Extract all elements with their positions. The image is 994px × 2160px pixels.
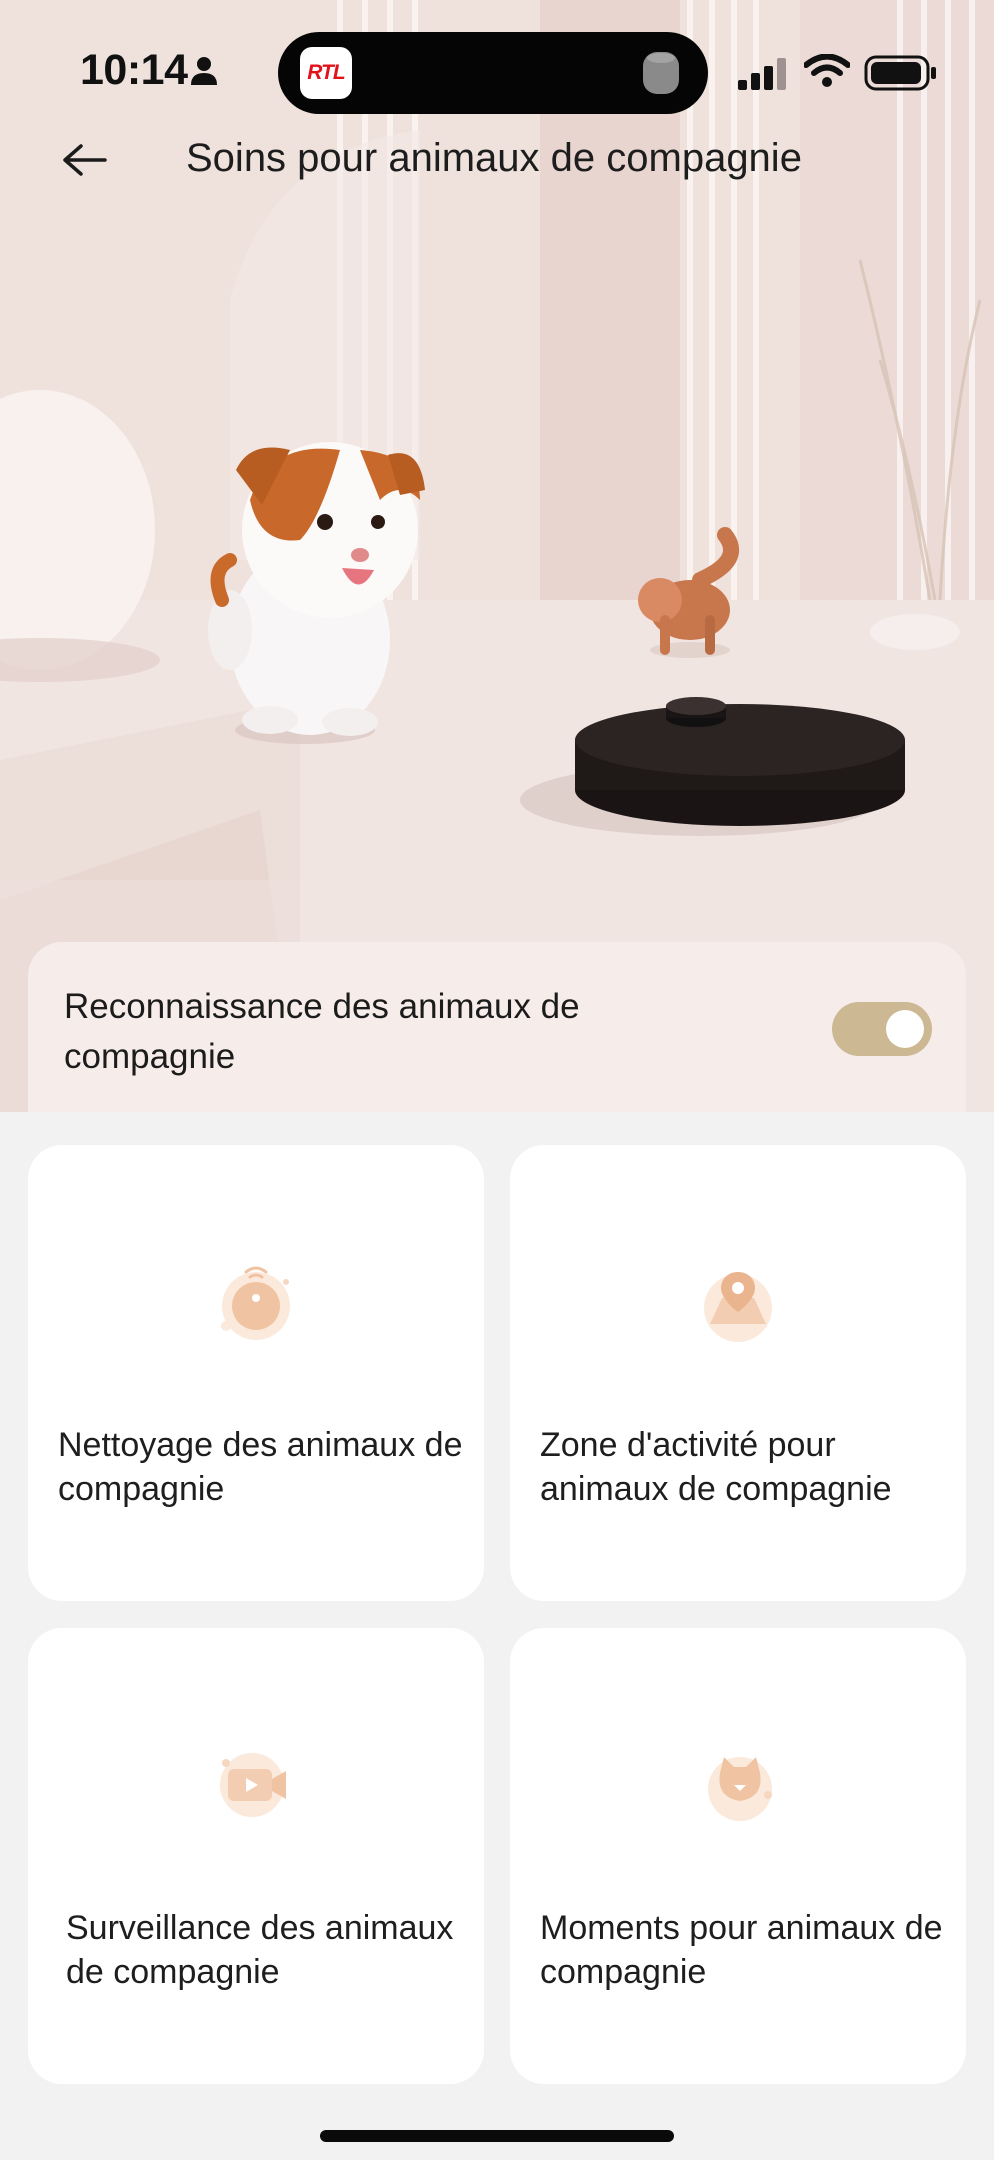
pet-recognition-toggle[interactable] [832,1002,932,1056]
feature-card-pet-surveillance[interactable]: Surveillance des animaux de compagnie [28,1628,484,2084]
back-button[interactable] [50,130,120,190]
home-indicator[interactable] [320,2130,674,2142]
wifi-icon [804,54,850,87]
pet-recognition-card: Reconnaissance des animaux de compagnie [28,942,966,1112]
signal-icon [738,58,786,90]
rtl-live-activity-badge[interactable]: RTL [300,47,352,99]
status-time: 10:14 [80,46,188,94]
cat-face-icon [708,1757,772,1821]
homepod-icon [643,52,679,94]
robot-cleaner-icon [221,1266,290,1340]
battery-icon [864,55,936,91]
page-title: Soins pour animaux de compagnie [186,136,802,180]
toggle-knob [886,1010,924,1048]
person-icon [191,57,217,85]
feature-label: Moments pour animaux de compagnie [540,1909,943,1991]
feature-card-pet-moments[interactable]: Moments pour animaux de compagnie [510,1628,966,2084]
rtl-logo-text: RTL [307,61,345,84]
feature-label: Surveillance des animaux de compagnie [66,1909,454,1991]
map-pin-icon [704,1272,772,1342]
arrow-left-icon [63,144,107,176]
feature-card-pet-cleaning[interactable]: Nettoyage des animaux de compagnie [28,1145,484,1601]
feature-card-pet-activity-zone[interactable]: Zone d'activité pour animaux de compagni… [510,1145,966,1601]
video-camera-icon [220,1753,286,1817]
pet-recognition-label: Reconnaissance des animaux de compagnie [64,987,580,1076]
feature-label: Nettoyage des animaux de compagnie [58,1426,463,1508]
feature-label: Zone d'activité pour animaux de compagni… [540,1426,892,1508]
